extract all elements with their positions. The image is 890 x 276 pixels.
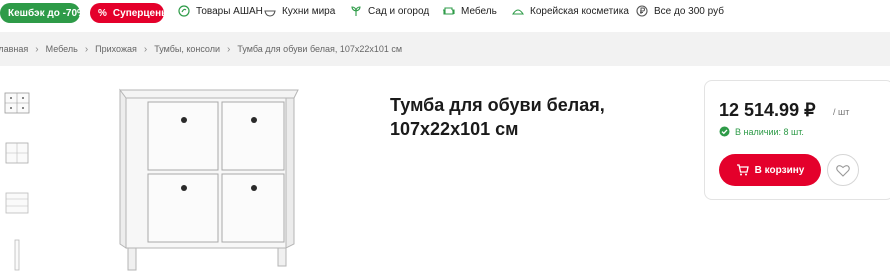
percent-icon: % [98, 7, 107, 19]
category-bar: Кешбэк до -70% % Суперцены Товары АШАН К… [0, 0, 890, 26]
cashback-promo-label: Кешбэк до -70% [8, 7, 86, 19]
product-price: 12 514.99 ₽ [719, 100, 816, 120]
category-under-300[interactable]: Все до 300 руб [636, 5, 724, 17]
add-to-cart-label: В корзину [754, 164, 805, 176]
breadcrumb: Главная › Мебель › Прихожая › Тумбы, кон… [0, 32, 890, 66]
breadcrumb-current: Тумба для обуви белая, 107x22x101 см [237, 44, 403, 54]
product-thumbnail[interactable] [0, 184, 34, 220]
cashback-promo-button[interactable]: Кешбэк до -70% [0, 3, 86, 23]
product-thumbnail[interactable] [0, 134, 34, 170]
breadcrumb-cabinets[interactable]: Тумбы, консоли [154, 44, 220, 54]
superprice-promo-button[interactable]: % Суперцены [90, 3, 170, 23]
lotus-icon [512, 9, 524, 15]
category-furniture[interactable]: Мебель [442, 5, 497, 17]
breadcrumb-furniture[interactable]: Мебель [46, 44, 78, 54]
chevron-right-icon: › [227, 43, 231, 55]
category-label: Мебель [461, 5, 497, 17]
heart-icon [836, 164, 850, 177]
category-label: Кухни мира [282, 5, 336, 17]
product-main-image[interactable] [118, 84, 300, 274]
breadcrumb-hallway[interactable]: Прихожая [95, 44, 137, 54]
superprice-promo-label: Суперцены [112, 7, 170, 19]
chevron-right-icon: › [84, 43, 89, 55]
category-garden[interactable]: Сад и огород [350, 5, 429, 17]
category-label: Корейская косметика [530, 5, 629, 17]
chevron-right-icon: › [143, 43, 148, 55]
product-thumbnail[interactable] [0, 84, 34, 120]
product-thumbnail[interactable] [0, 236, 34, 272]
price-card: 12 514.99 ₽ / шт В наличии: 8 шт. В корз… [704, 80, 890, 200]
category-world-cuisine[interactable]: Кухни мира [264, 5, 335, 17]
product-title: Тумба для обуви белая, 107x22x101 см [390, 95, 605, 139]
chevron-right-icon: › [35, 43, 39, 55]
ruble-coin-icon [636, 5, 648, 17]
category-label: Все до 300 руб [654, 5, 724, 17]
add-to-cart-button[interactable]: В корзину [719, 154, 821, 186]
cart-icon [736, 164, 749, 176]
sofa-icon [443, 7, 455, 15]
stock-status: В наличии: 8 шт. [719, 126, 804, 137]
category-korean-cosmetics[interactable]: Корейская косметика [512, 5, 629, 17]
stock-label: В наличии: 8 шт. [735, 126, 804, 137]
plant-icon [351, 6, 361, 16]
favorite-button[interactable] [827, 154, 859, 186]
breadcrumb-home[interactable]: Главная [0, 44, 28, 54]
price-unit: / шт [833, 107, 850, 117]
category-label: Сад и огород [368, 5, 430, 17]
check-circle-icon [719, 126, 730, 137]
category-label: Товары АШАН [196, 5, 263, 17]
leaf-circle-icon [178, 5, 190, 17]
category-auchan-goods[interactable]: Товары АШАН [178, 5, 263, 17]
bowl-icon [264, 10, 276, 17]
